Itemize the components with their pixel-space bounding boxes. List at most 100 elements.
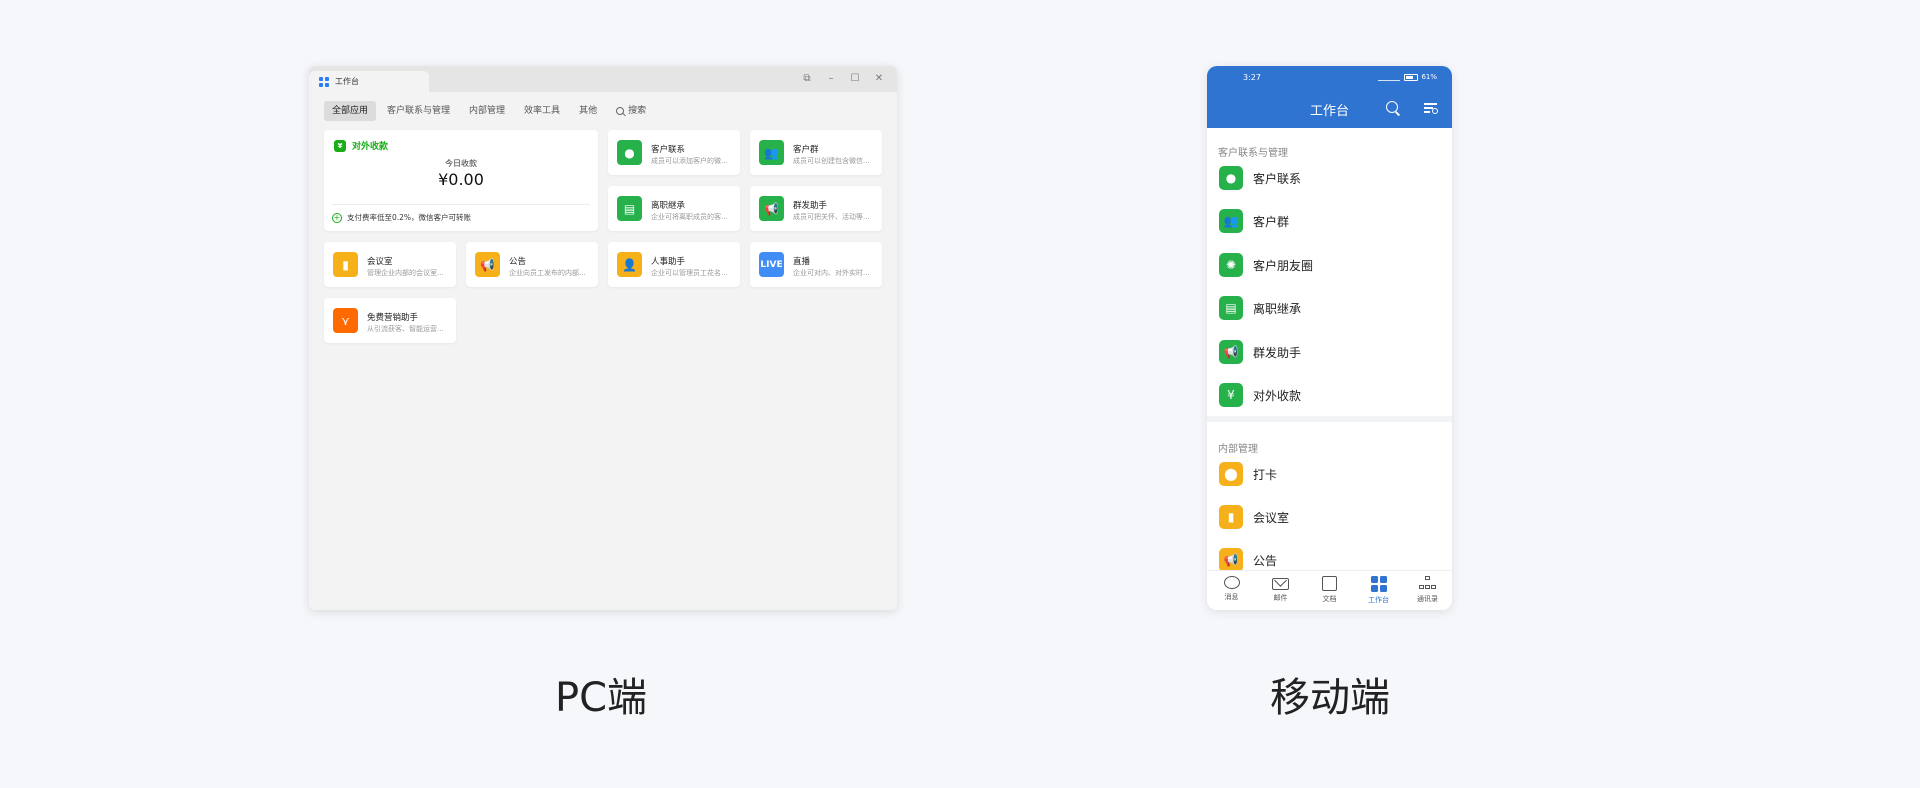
list-item-broadcast[interactable]: 📢 群发助手 (1219, 339, 1439, 365)
app-card-meeting-room[interactable]: ▮ 会议室 管理企业内部的会议室... (324, 242, 456, 287)
tab-all-apps[interactable]: 全部应用 (324, 101, 377, 121)
plus-circle-icon: + (332, 212, 342, 223)
list-item-label: 客户朋友圈 (1253, 258, 1314, 273)
tab-label: 通讯录 (1417, 595, 1438, 603)
group-icon: 👥 (759, 140, 784, 165)
door-icon: ▮ (333, 252, 358, 277)
chat-bubble-icon: ● (617, 140, 642, 165)
tab-customer[interactable]: 客户联系与管理 (379, 101, 458, 121)
tab-contacts[interactable]: 通讯录 (1403, 571, 1452, 610)
org-chart-icon (1418, 576, 1437, 591)
payment-header: ¥ 对外收款 (334, 139, 388, 152)
list-item-label: 客户联系 (1253, 171, 1302, 186)
list-item-label: 群发助手 (1253, 345, 1302, 360)
document-icon: ▤ (1219, 296, 1243, 320)
tab-workbench[interactable]: 工作台 (1354, 571, 1403, 610)
list-item-moments[interactable]: ✺ 客户朋友圈 (1219, 252, 1439, 278)
tab-efficiency[interactable]: 效率工具 (516, 101, 568, 121)
tab-other[interactable]: 其他 (571, 101, 605, 121)
app-card-marketing[interactable]: ⋎ 免费营销助手 从引流获客、智能运营... (324, 298, 456, 343)
app-desc: 成员可把关怀、活动等... (793, 213, 870, 221)
section-divider (1207, 416, 1452, 422)
divider (332, 204, 590, 205)
app-card-broadcast[interactable]: 📢 群发助手 成员可把关怀、活动等... (750, 186, 882, 231)
tab-label: 消息 (1224, 593, 1239, 601)
signal-icon (1378, 74, 1401, 81)
app-desc: 企业向员工发布的内部... (509, 269, 586, 277)
caption-pc: PC端 (555, 675, 648, 721)
minimize-icon[interactable]: – (819, 69, 843, 87)
caption-mobile: 移动端 (1270, 675, 1390, 721)
app-name: 客户群 (793, 145, 819, 155)
payment-card[interactable]: ¥ 对外收款 今日收款 ¥0.00 + 支付费率低至0.2%，微信客户可转账 (324, 130, 598, 231)
list-item-announcement[interactable]: 📢 公告 (1219, 547, 1439, 570)
shield-icon: ¥ (334, 139, 346, 152)
location-pin-icon: ⬤ (1219, 462, 1243, 486)
chat-icon (1223, 576, 1240, 589)
pc-workbench: 全部应用 客户联系与管理 内部管理 效率工具 其他 搜索 ¥ 对外收款 今日收款… (309, 92, 897, 610)
list-item-checkin[interactable]: ⬤ 打卡 (1219, 461, 1439, 487)
tab-label: 邮件 (1273, 594, 1288, 602)
app-name: 离职继承 (651, 201, 686, 211)
window-controls: ⧉ – ☐ ✕ (795, 69, 891, 87)
tab-docs[interactable]: 文档 (1305, 571, 1354, 610)
battery-icon (1404, 73, 1419, 81)
pc-category-nav: 全部应用 客户联系与管理 内部管理 效率工具 其他 搜索 (324, 101, 657, 121)
payment-note-text: 支付费率低至0.2%，微信客户可转账 (347, 213, 472, 222)
section-title-customer: 客户联系与管理 (1218, 148, 1288, 159)
app-desc: 企业可以管理员工花名... (651, 269, 728, 277)
search-icon (616, 107, 625, 115)
pc-titlebar: 工作台 ⧉ – ☐ ✕ (309, 66, 897, 92)
app-desc: 从引流获客、智能运营... (367, 325, 444, 333)
tab-mail[interactable]: 邮件 (1256, 571, 1305, 610)
megaphone-icon: 📢 (1219, 340, 1243, 364)
tab-internal[interactable]: 内部管理 (461, 101, 513, 121)
search-label: 搜索 (628, 106, 647, 116)
app-name: 直播 (793, 257, 811, 267)
close-icon[interactable]: ✕ (867, 69, 891, 87)
app-card-resignation[interactable]: ▤ 离职继承 企业可将离职成员的客... (608, 186, 740, 231)
app-desc: 企业可对内、对外实时... (793, 269, 870, 277)
pc-tab-title: 工作台 (335, 77, 359, 86)
tab-messages[interactable]: 消息 (1207, 571, 1256, 610)
tab-label: 工作台 (1368, 596, 1389, 604)
mobile-screen: 3:27 61% 工作台 客户联系与管理 ● 客户联系 👥 客户群 ✺ 客户朋友… (1207, 66, 1452, 610)
app-name: 人事助手 (651, 257, 686, 267)
mobile-header: 3:27 61% 工作台 (1207, 66, 1452, 128)
grid-icon (319, 76, 329, 87)
group-icon: 👥 (1219, 209, 1243, 233)
app-card-announcement[interactable]: 📢 公告 企业向员工发布的内部... (466, 242, 598, 287)
megaphone-icon: 📢 (1219, 548, 1243, 570)
search-icon[interactable] (1386, 101, 1400, 115)
list-item-payment[interactable]: ¥ 对外收款 (1219, 382, 1439, 408)
rabbit-icon: ⋎ (333, 308, 358, 333)
list-item-customer-group[interactable]: 👥 客户群 (1219, 208, 1439, 234)
app-card-customer-contact[interactable]: ● 客户联系 成员可以添加客户的微信... (608, 130, 740, 175)
app-name: 客户联系 (651, 145, 686, 155)
app-name: 会议室 (367, 257, 393, 267)
list-item-label: 公告 (1253, 553, 1278, 568)
search-button[interactable]: 搜索 (608, 101, 654, 121)
section-title-internal: 内部管理 (1218, 444, 1258, 455)
person-icon: 👤 (617, 252, 642, 277)
list-item-meeting-room[interactable]: ▮ 会议室 (1219, 504, 1439, 530)
pin-icon[interactable]: ⧉ (795, 69, 819, 87)
maximize-icon[interactable]: ☐ (843, 69, 867, 87)
app-card-live[interactable]: LIVE 直播 企业可对内、对外实时... (750, 242, 882, 287)
document-icon: ▤ (617, 196, 642, 221)
battery-level: 61% (1421, 73, 1437, 81)
status-time: 3:27 (1243, 73, 1261, 82)
settings-menu-icon[interactable] (1424, 102, 1438, 114)
list-item-resignation[interactable]: ▤ 离职继承 (1219, 295, 1439, 321)
app-desc: 成员可以创建包含微信... (793, 157, 870, 165)
status-icons: 61% (1378, 73, 1437, 81)
list-item-label: 对外收款 (1253, 388, 1302, 403)
app-card-customer-group[interactable]: 👥 客户群 成员可以创建包含微信... (750, 130, 882, 175)
shield-icon: ¥ (1219, 383, 1243, 407)
pc-window-tab[interactable]: 工作台 (309, 71, 429, 92)
app-name: 公告 (509, 257, 527, 267)
app-card-hr[interactable]: 👤 人事助手 企业可以管理员工花名... (608, 242, 740, 287)
payment-subtitle: 今日收款 (445, 159, 477, 168)
list-item-customer-contact[interactable]: ● 客户联系 (1219, 165, 1439, 191)
payment-amount: ¥0.00 (438, 170, 484, 189)
